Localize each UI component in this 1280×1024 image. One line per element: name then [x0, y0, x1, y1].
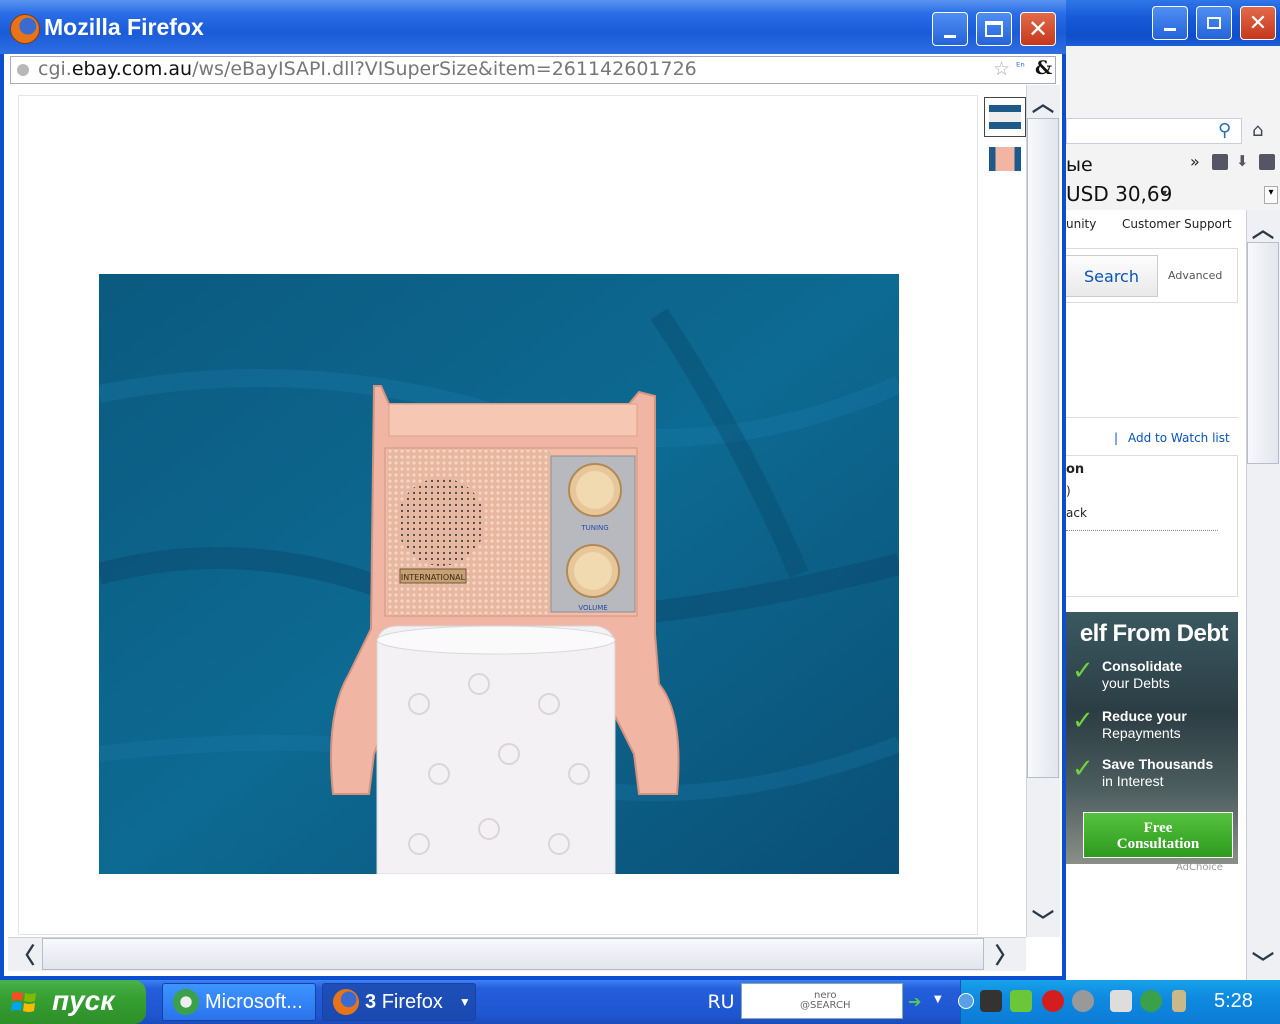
separator: | [1114, 431, 1119, 445]
thumbnail-strip [984, 95, 1026, 181]
bg-minimize-button[interactable] [1152, 6, 1188, 40]
seller-line-1: on [1066, 462, 1085, 477]
checkmark-icon: ✓ [1072, 656, 1094, 686]
ad-item-3-line2: in Interest [1102, 773, 1164, 789]
add-to-watch-list-link[interactable]: Add to Watch list [1128, 431, 1230, 445]
battery-icon[interactable] [1172, 990, 1186, 1012]
url-path: /ws/eBayISAPI.dll?VISuperSize&item=26114… [192, 58, 697, 80]
maximize-button[interactable] [976, 12, 1012, 46]
tray-app-icon-1[interactable] [980, 990, 1002, 1012]
nero-logo-line2: @SEARCH [800, 1000, 851, 1011]
clock[interactable]: 5:28 [1214, 990, 1253, 1013]
checkmark-icon: ✓ [1072, 754, 1094, 784]
free-consultation-button[interactable]: Free Consultation [1083, 812, 1233, 858]
bg-dropdown-arrow[interactable]: ▾ [1264, 186, 1278, 204]
start-label[interactable]: пуск [52, 985, 114, 1017]
bg-close-button[interactable]: ✕ [1240, 6, 1276, 40]
bg-scroll-down-icon[interactable]: ﹀ [1247, 946, 1279, 978]
seller-line-2: ) [1066, 484, 1071, 498]
checkmark-icon: ✓ [1072, 706, 1094, 736]
nero-dropdown-icon[interactable]: ▼ [934, 994, 942, 1005]
bg-scroll-thumb[interactable] [1247, 242, 1279, 464]
tray-app-icon-2[interactable] [1072, 990, 1094, 1012]
firefox-logo-icon [10, 14, 40, 44]
minimize-button[interactable] [932, 12, 968, 46]
taskbar-task-microsoft[interactable]: Microsoft... [162, 983, 316, 1021]
tabs-overflow-icon[interactable]: » [1190, 152, 1200, 171]
nero-go-icon[interactable]: ➔ [908, 992, 921, 1011]
ad-item-1: Consolidate your Debts [1102, 658, 1236, 692]
ad-item-1-line2: your Debts [1102, 675, 1170, 691]
scroll-right-icon[interactable]: 〉 [990, 938, 1022, 970]
radio-toilet-roll-holder-image: INTERNATIONAL TUNING VOLUME [99, 274, 899, 874]
price-dropdown-icon[interactable]: ▾ [1162, 188, 1167, 199]
url-text[interactable]: cgi.ebay.com.au/ws/eBayISAPI.dll?VISuper… [38, 58, 697, 80]
scroll-up-icon[interactable]: ︿ [1027, 86, 1059, 118]
scroll-left-icon[interactable]: 〈 [8, 938, 40, 970]
ad-item-2-line1: Reduce your [1102, 708, 1187, 724]
nav-community-link[interactable]: unity [1066, 217, 1096, 231]
thumbnail-2[interactable] [984, 139, 1026, 179]
bg-search-field[interactable] [1066, 118, 1242, 144]
magnifier-icon[interactable]: ⚲ [1218, 120, 1231, 141]
windows-flag-icon [11, 992, 36, 1012]
firefox-icon [333, 989, 359, 1015]
ampersand-addon-icon[interactable]: & [1035, 57, 1052, 79]
opera-icon[interactable] [1042, 990, 1064, 1012]
seller-info-box [1066, 455, 1238, 597]
dotted-divider [1066, 530, 1218, 531]
nero-search-logo: nero @SEARCH [800, 991, 850, 1011]
radio-brand-label: INTERNATIONAL [401, 573, 466, 582]
ad-button-line2: Consultation [1116, 836, 1200, 852]
download-icon[interactable]: ⬇ [1236, 154, 1252, 170]
advanced-search-link[interactable]: Advanced [1168, 269, 1222, 282]
tray-check-icon[interactable] [1010, 990, 1032, 1012]
ad-item-3-line1: Save Thousands [1102, 756, 1214, 772]
window-title: Mozilla Firefox [44, 14, 204, 40]
bg-scroll-up-icon[interactable]: ︿ [1247, 212, 1279, 244]
divider [1066, 417, 1238, 418]
sync-icon[interactable] [1140, 990, 1162, 1012]
close-button[interactable]: ✕ [1020, 12, 1056, 46]
vertical-scroll-thumb[interactable] [1027, 118, 1059, 778]
home-icon[interactable]: ⌂ [1252, 120, 1263, 141]
bookmark-icon[interactable] [1212, 154, 1228, 170]
tuning-label: TUNING [580, 524, 608, 532]
nav-customer-support-link[interactable]: Customer Support [1122, 217, 1232, 231]
url-domain: ebay.com.au [71, 58, 193, 80]
network-icon[interactable] [1110, 990, 1132, 1012]
taskbar-task-firefox[interactable]: 3 Firefox ▼ [322, 983, 476, 1021]
site-identity-icon[interactable] [17, 64, 29, 76]
bg-restore-button[interactable] [1196, 6, 1232, 40]
firefox-task-label: Firefox [381, 990, 443, 1013]
thumbnail-1[interactable] [984, 97, 1026, 137]
tray-expand-icon[interactable] [958, 993, 974, 1009]
ad-button-line1: Free [1143, 820, 1173, 836]
adchoice-link[interactable]: AdChoice [1176, 862, 1223, 873]
ad-item-2-line2: Repayments [1102, 725, 1181, 741]
refresh-app-icon [173, 989, 199, 1015]
scroll-down-icon[interactable]: ﹀ [1027, 904, 1059, 936]
bg-tab-label[interactable]: ые [1066, 154, 1093, 176]
volume-label: VOLUME [578, 604, 607, 612]
ad-item-3: Save Thousands in Interest [1102, 756, 1236, 790]
print-icon[interactable] [1259, 154, 1275, 170]
seller-line-3[interactable]: ack [1066, 506, 1087, 520]
product-photo[interactable]: INTERNATIONAL TUNING VOLUME [99, 274, 899, 874]
firefox-window-count: 3 [365, 990, 377, 1013]
task-microsoft-label: Microsoft... [205, 990, 303, 1013]
url-prefix: cgi. [38, 58, 72, 80]
ad-item-1-line1: Consolidate [1102, 658, 1183, 674]
horizontal-scroll-thumb[interactable] [42, 938, 984, 970]
bookmark-star-icon[interactable]: ☆ [993, 58, 1010, 80]
group-dropdown-icon: ▼ [458, 995, 471, 1009]
translate-icon[interactable]: ᴱⁿ [1016, 60, 1025, 73]
search-button[interactable]: Search [1066, 255, 1158, 297]
language-indicator[interactable]: RU [703, 986, 739, 1018]
ad-headline: elf From Debt [1079, 620, 1229, 647]
debt-advertisement[interactable]: elf From Debt ✓ Consolidate your Debts ✓… [1066, 612, 1238, 864]
ad-item-2: Reduce your Repayments [1102, 708, 1236, 742]
bg-price: USD 30,69 [1066, 182, 1173, 206]
